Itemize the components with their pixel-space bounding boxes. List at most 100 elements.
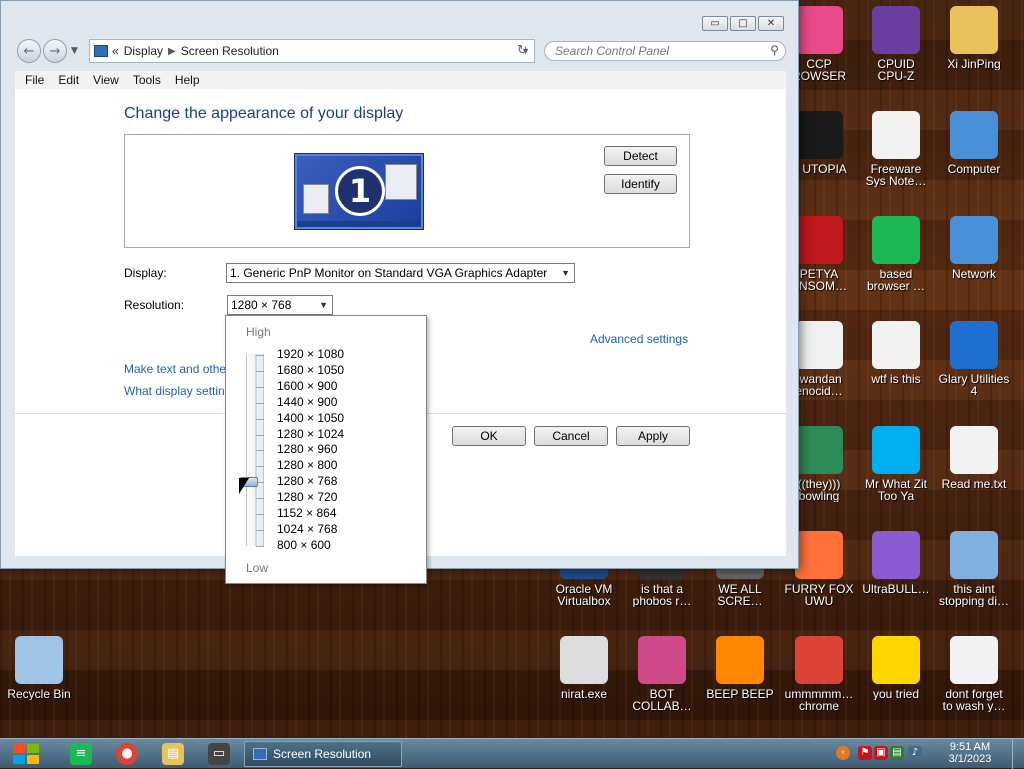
desktop-icon-label: is that a phobos r…	[632, 583, 692, 607]
show-desktop-button[interactable]	[1012, 739, 1024, 769]
document-icon	[872, 321, 920, 369]
ok-button[interactable]: OK	[452, 426, 526, 446]
breadcrumb-separator-icon[interactable]: ▶	[168, 46, 176, 57]
monitor-icon[interactable]: 1	[295, 154, 423, 229]
resolution-label: Resolution:	[124, 298, 185, 312]
preview-window-left	[303, 184, 329, 214]
address-prefix[interactable]: «	[112, 44, 119, 58]
desktop-icon[interactable]: wtf is this	[857, 321, 935, 385]
resolution-option[interactable]: 1280 × 1024	[277, 427, 344, 441]
desktop-icon[interactable]: Xi JinPing	[935, 6, 1013, 70]
desktop-icon-label: nirat.exe	[560, 688, 608, 700]
menu-bar: File Edit View Tools Help	[15, 71, 786, 89]
preview-window-right	[385, 164, 417, 200]
browser-icon	[872, 216, 920, 264]
menu-view[interactable]: View	[93, 73, 119, 87]
forward-button[interactable]: →	[43, 39, 67, 63]
folder-icon[interactable]: ▤	[162, 743, 184, 765]
desktop-icon[interactable]: Network	[935, 216, 1013, 280]
desktop-icon[interactable]: ummmmm… chrome	[780, 636, 858, 712]
chrome-icon	[795, 636, 843, 684]
recycle-bin-icon	[15, 636, 63, 684]
display-select[interactable]: 1. Generic PnP Monitor on Standard VGA G…	[226, 263, 575, 283]
desktop-icon-label: Freeware Sys Note…	[865, 163, 927, 187]
menu-tools[interactable]: Tools	[133, 73, 161, 87]
search-icon[interactable]: ⚲	[770, 43, 779, 57]
desktop-icon-label: this aint stopping di…	[938, 583, 1010, 607]
resolution-option[interactable]: 1280 × 768	[277, 474, 337, 488]
close-button[interactable]: ✕	[758, 16, 784, 31]
menu-help[interactable]: Help	[175, 73, 200, 87]
chevron-down-icon: ▼	[561, 268, 570, 278]
volume-icon[interactable]: ♪	[908, 746, 922, 760]
minimize-button[interactable]: ▭	[702, 16, 728, 31]
desktop-icon[interactable]: BOT COLLAB…	[623, 636, 701, 712]
resolution-option[interactable]: 1024 × 768	[277, 522, 337, 536]
taskbar-screen-resolution[interactable]: Screen Resolution	[244, 741, 402, 767]
windows-logo-green	[27, 744, 39, 753]
network-tray-icon[interactable]: ▤	[890, 746, 904, 760]
recent-pages-dropdown[interactable]: ▼	[71, 46, 78, 56]
resolution-option[interactable]: 1280 × 800	[277, 458, 337, 472]
resolution-option[interactable]: 1680 × 1050	[277, 363, 344, 377]
desktop-icon[interactable]: Mr What Zit Too Ya	[857, 426, 935, 502]
resolution-option[interactable]: 1400 × 1050	[277, 411, 344, 425]
identify-button[interactable]: Identify	[604, 174, 677, 194]
address-bar[interactable]: « Display ▶ Screen Resolution ▼	[89, 39, 535, 63]
maximize-button[interactable]: □	[730, 16, 756, 31]
desktop-icon-label: Mr What Zit Too Ya	[865, 478, 927, 502]
search-input[interactable]: Search Control Panel ⚲	[544, 41, 786, 61]
advanced-settings-link[interactable]: Advanced settings	[590, 332, 688, 346]
resolution-select[interactable]: 1280 × 768 ▼	[227, 295, 333, 315]
desktop-icon[interactable]: Glary Utilities 4	[935, 321, 1013, 397]
desktop-icon[interactable]: Freeware Sys Note…	[857, 111, 935, 187]
windows-logo-yellow	[27, 755, 39, 764]
flag-icon[interactable]: ⚑	[858, 746, 872, 760]
text-size-link[interactable]: Make text and othe	[124, 362, 226, 376]
desktop-icon-label: BEEP BEEP	[706, 688, 774, 700]
resolution-option[interactable]: 1152 × 864	[277, 506, 337, 520]
back-button[interactable]: ←	[17, 39, 41, 63]
resolution-option[interactable]: 1440 × 900	[277, 395, 337, 409]
terminal-icon[interactable]: ▭	[208, 743, 230, 765]
cancel-button[interactable]: Cancel	[534, 426, 608, 446]
desktop-icon[interactable]: CPUID CPU-Z	[857, 6, 935, 82]
desktop-icon[interactable]: this aint stopping di…	[935, 531, 1013, 607]
action-center-icon[interactable]: ▣	[874, 746, 888, 760]
resolution-option[interactable]: 1280 × 960	[277, 442, 337, 456]
desktop-icon-label: Oracle VM Virtualbox	[555, 583, 613, 607]
low-label: Low	[246, 561, 269, 575]
menu-edit[interactable]: Edit	[58, 73, 79, 87]
browser-icon	[795, 6, 843, 54]
desktop-icon[interactable]: UltraBULL…	[857, 531, 935, 595]
windows-logo-red	[13, 744, 25, 753]
breadcrumb-screen-resolution[interactable]: Screen Resolution	[181, 44, 279, 58]
desktop-icon[interactable]: based browser …	[857, 216, 935, 292]
desktop-icon[interactable]: nirat.exe	[545, 636, 623, 700]
resolution-option[interactable]: 800 × 600	[277, 538, 331, 552]
spotify-icon[interactable]: ≡	[70, 743, 92, 765]
tray-arrow-icon[interactable]: ‹	[836, 746, 850, 760]
desktop-icon[interactable]: Recycle Bin	[0, 636, 78, 700]
chrome-icon[interactable]: ●	[116, 743, 138, 765]
disc-icon	[872, 531, 920, 579]
clock[interactable]: 9:51 AM 3/1/2023	[940, 741, 1000, 765]
resolution-option[interactable]: 1920 × 1080	[277, 347, 344, 361]
menu-file[interactable]: File	[25, 73, 44, 87]
desktop-icon[interactable]: you tried	[857, 636, 935, 700]
desktop-icon[interactable]: dont forget to wash y…	[935, 636, 1013, 712]
document-icon	[872, 111, 920, 159]
forward-arrow-icon: →	[49, 43, 61, 59]
cpuz-icon	[872, 6, 920, 54]
resolution-option[interactable]: 1600 × 900	[277, 379, 337, 393]
breadcrumb-display[interactable]: Display	[124, 44, 163, 58]
desktop-icon[interactable]: Read me.txt	[935, 426, 1013, 490]
resolution-option[interactable]: 1280 × 720	[277, 490, 337, 504]
refresh-icon[interactable]: ↻	[517, 43, 528, 58]
detect-button[interactable]: Detect	[604, 146, 677, 166]
desktop-icon[interactable]: BEEP BEEP	[701, 636, 779, 700]
desktop-icon[interactable]: Computer	[935, 111, 1013, 175]
apply-button[interactable]: Apply	[616, 426, 690, 446]
display-settings-help-link[interactable]: What display settin	[124, 384, 225, 398]
start-button[interactable]	[8, 740, 44, 768]
